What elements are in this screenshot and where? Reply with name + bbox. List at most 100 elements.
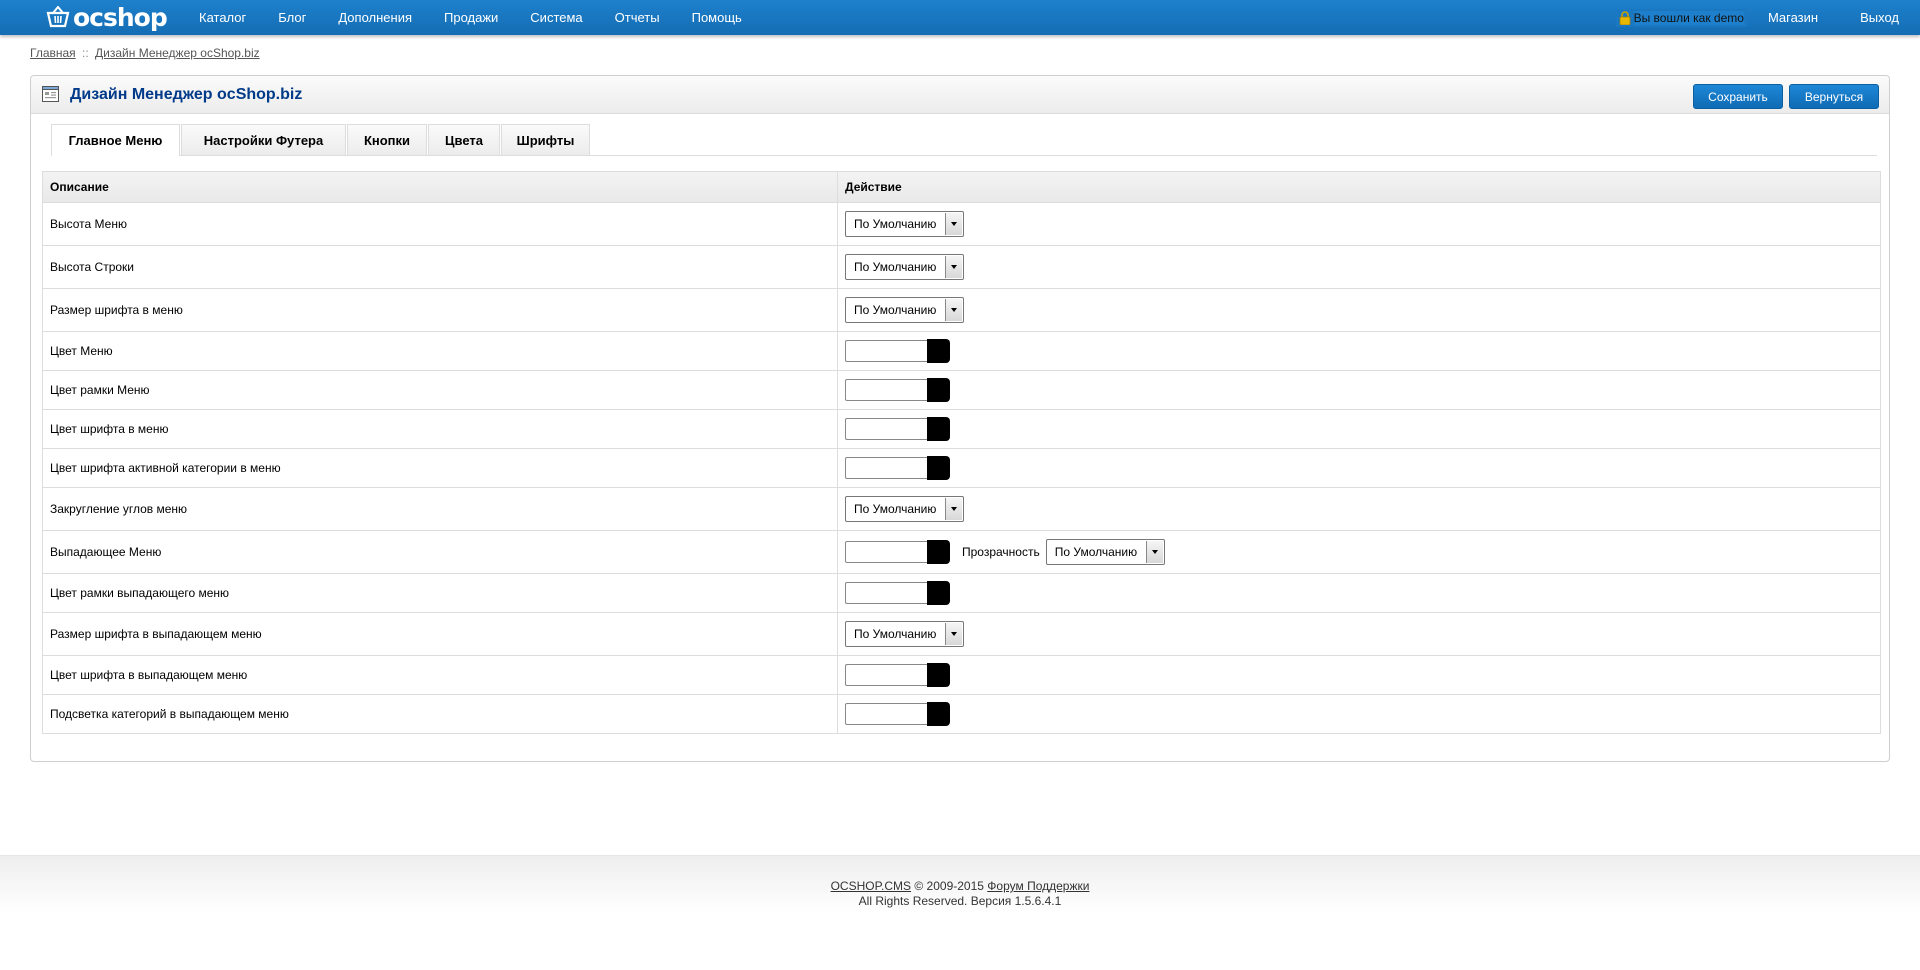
row-label: Цвет шрифта активной категории в меню <box>43 449 838 487</box>
nav-system[interactable]: Система <box>514 0 598 35</box>
menu-height-select[interactable]: По Умолчанию <box>845 211 964 237</box>
row-label: Цвет рамки Меню <box>43 371 838 409</box>
row-label: Размер шрифта в меню <box>43 289 838 331</box>
nav-sales[interactable]: Продажи <box>428 0 514 35</box>
top-navbar: ocshop Каталог Блог Дополнения Продажи С… <box>0 0 1920 35</box>
breadcrumb-home[interactable]: Главная <box>30 46 76 60</box>
color-swatch[interactable] <box>927 456 950 480</box>
tab-main-menu[interactable]: Главное Меню <box>51 124 180 156</box>
table-row: Размер шрифта в меню По Умолчанию <box>43 288 1880 331</box>
table-row: Выпадающее Меню Прозрачность По Умолчани… <box>43 530 1880 573</box>
nav-help[interactable]: Помощь <box>676 0 758 35</box>
table-row: Цвет Меню <box>43 331 1880 370</box>
line-height-select[interactable]: По Умолчанию <box>845 254 964 280</box>
login-status: Вы вошли как demo <box>1615 8 1747 27</box>
dropdown-arrow-icon <box>945 498 962 520</box>
footer-cms-link[interactable]: OCSHOP.CMS <box>831 879 911 893</box>
color-swatch[interactable] <box>927 417 950 441</box>
select-value: По Умолчанию <box>854 260 937 274</box>
footer-copyright: © 2009-2015 <box>914 879 984 893</box>
logout-link[interactable]: Выход <box>1839 0 1920 35</box>
color-input[interactable] <box>845 541 927 563</box>
table-row: Размер шрифта в выпадающем меню По Умолч… <box>43 612 1880 655</box>
dropdown-font-size-select[interactable]: По Умолчанию <box>845 621 964 647</box>
color-swatch[interactable] <box>927 581 950 605</box>
menu-corner-radius-select[interactable]: По Умолчанию <box>845 496 964 522</box>
save-button[interactable]: Сохранить <box>1693 84 1783 109</box>
select-value: По Умолчанию <box>854 217 937 231</box>
row-label: Цвет Меню <box>43 332 838 370</box>
table-row: Цвет рамки Меню <box>43 370 1880 409</box>
login-text: Вы вошли как demo <box>1633 10 1744 25</box>
row-label: Высота Строки <box>43 246 838 288</box>
breadcrumb-separator: :: <box>82 46 89 60</box>
nav-blog[interactable]: Блог <box>262 0 322 35</box>
tab-footer-settings[interactable]: Настройки Футера <box>181 124 346 155</box>
table-row: Цвет шрифта в меню <box>43 409 1880 448</box>
menu-font-color-picker[interactable] <box>845 417 950 441</box>
row-label: Цвет шрифта в меню <box>43 410 838 448</box>
dropdown-font-color-picker[interactable] <box>845 663 950 687</box>
color-input[interactable] <box>845 340 927 362</box>
color-input[interactable] <box>845 418 927 440</box>
color-swatch[interactable] <box>927 339 950 363</box>
table-row: Цвет шрифта активной категории в меню <box>43 448 1880 487</box>
tab-buttons[interactable]: Кнопки <box>347 124 427 155</box>
footer-rights: All Rights Reserved. Версия 1.5.6.4.1 <box>858 894 1062 908</box>
menu-font-size-select[interactable]: По Умолчанию <box>845 297 964 323</box>
transparency-label: Прозрачность <box>962 545 1040 559</box>
nav-catalog[interactable]: Каталог <box>183 0 262 35</box>
store-link[interactable]: Магазин <box>1747 0 1839 35</box>
select-value: По Умолчанию <box>1054 545 1138 559</box>
dropdown-menu-color-picker[interactable] <box>845 540 950 564</box>
table-row: Высота Меню По Умолчанию <box>43 202 1880 245</box>
table-row: Цвет шрифта в выпадающем меню <box>43 655 1880 694</box>
settings-table: Описание Действие Высота Меню По Умолчан… <box>42 171 1881 734</box>
tab-colors[interactable]: Цвета <box>428 124 500 155</box>
dropdown-arrow-icon <box>945 623 962 645</box>
tab-bar: Главное Меню Настройки Футера Кнопки Цве… <box>51 124 1877 156</box>
color-swatch[interactable] <box>927 663 950 687</box>
color-swatch[interactable] <box>927 378 950 402</box>
page-title: Дизайн Менеджер ocShop.biz <box>70 86 303 103</box>
dropdown-arrow-icon <box>1145 541 1163 563</box>
row-label: Выпадающее Меню <box>43 531 838 573</box>
select-value: По Умолчанию <box>854 303 937 317</box>
footer-forum-link[interactable]: Форум Поддержки <box>987 879 1089 893</box>
color-input[interactable] <box>845 582 927 604</box>
menu-border-color-picker[interactable] <box>845 378 950 402</box>
nav-reports[interactable]: Отчеты <box>599 0 676 35</box>
color-input[interactable] <box>845 664 927 686</box>
dropdown-border-color-picker[interactable] <box>845 581 950 605</box>
content-box: Дизайн Менеджер ocShop.biz Сохранить Вер… <box>30 75 1890 762</box>
logo-text: ocshop <box>73 2 168 32</box>
lock-icon <box>1619 10 1630 25</box>
color-swatch[interactable] <box>927 702 950 726</box>
row-label: Подсветка категорий в выпадающем меню <box>43 695 838 733</box>
table-header: Описание Действие <box>43 172 1880 202</box>
color-input[interactable] <box>845 703 927 725</box>
menu-color-picker[interactable] <box>845 339 950 363</box>
layout-icon <box>42 86 59 102</box>
back-button[interactable]: Вернуться <box>1789 84 1879 109</box>
row-label: Цвет шрифта в выпадающем меню <box>43 656 838 694</box>
row-label: Цвет рамки выпадающего меню <box>43 574 838 612</box>
color-input[interactable] <box>845 379 927 401</box>
main-nav: Каталог Блог Дополнения Продажи Система … <box>183 0 758 35</box>
color-input[interactable] <box>845 457 927 479</box>
select-value: По Умолчанию <box>854 502 937 516</box>
breadcrumb-current[interactable]: Дизайн Менеджер ocShop.biz <box>95 46 260 60</box>
table-row: Цвет рамки выпадающего меню <box>43 573 1880 612</box>
tab-fonts[interactable]: Шрифты <box>501 124 590 155</box>
dropdown-highlight-color-picker[interactable] <box>845 702 950 726</box>
col-description-header: Описание <box>43 172 838 202</box>
nav-extensions[interactable]: Дополнения <box>322 0 428 35</box>
color-swatch[interactable] <box>927 540 950 564</box>
transparency-select[interactable]: По Умолчанию <box>1045 539 1165 565</box>
dropdown-arrow-icon <box>945 299 962 321</box>
active-category-font-color-picker[interactable] <box>845 456 950 480</box>
footer: OCSHOP.CMS © 2009-2015 Форум Поддержки A… <box>0 855 1920 970</box>
table-row: Подсветка категорий в выпадающем меню <box>43 694 1880 733</box>
row-label: Размер шрифта в выпадающем меню <box>43 613 838 655</box>
logo[interactable]: ocshop <box>46 2 168 32</box>
